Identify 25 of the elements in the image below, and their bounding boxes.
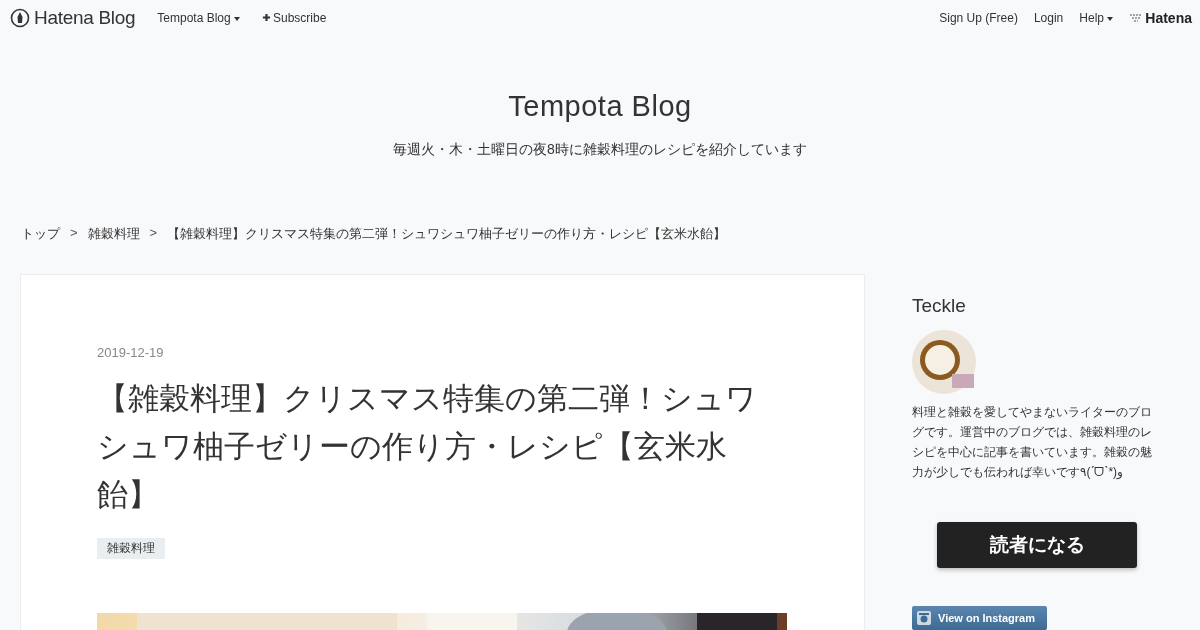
article-title[interactable]: 【雑穀料理】クリスマス特集の第二弾！シュワシュワ柚子ゼリーの作り方・レシピ【玄米水飴】 [97, 374, 787, 518]
subscribe-link[interactable]: Subscribe [262, 11, 327, 25]
blog-tagline: 毎週火・木・土曜日の夜8時に雑穀料理のレシピを紹介しています [392, 141, 808, 159]
breadcrumb-separator: > [70, 225, 78, 242]
blog-menu[interactable]: Tempota Blog [157, 11, 240, 25]
pen-nib-icon [10, 8, 30, 28]
author-name[interactable]: Teckle [912, 295, 1182, 317]
article-date: 2019-12-19 [97, 345, 165, 360]
login-link[interactable]: Login [1033, 11, 1064, 25]
breadcrumb-separator: > [149, 225, 158, 242]
instagram-button[interactable]: View on Instagram [912, 606, 1047, 630]
blog-title[interactable]: Tempota Blog [0, 90, 1200, 123]
hatena-blog-logo[interactable]: Hatena Blog [10, 7, 136, 29]
avatar[interactable] [912, 330, 976, 394]
sign-up-link[interactable]: Sign Up (Free) [939, 11, 1018, 25]
camera-icon [916, 610, 932, 626]
plus-icon [262, 13, 271, 22]
breadcrumb-link[interactable]: 雑穀料理 [87, 225, 140, 243]
hatena-logo[interactable]: Hatena [1129, 10, 1192, 26]
breadcrumb-link[interactable]: トップ [21, 225, 60, 243]
breadcrumb-link[interactable]: 【雑穀料理】クリスマス特集の第二弾！シュワシュワ柚子ゼリーの作り方・レシピ【玄米水飴】 [167, 225, 727, 243]
help-menu[interactable]: Help [1079, 11, 1114, 25]
category-tag[interactable]: 雑穀料理 [97, 538, 165, 559]
author-bio: 料理と雑穀を愛してやまないライターのブログです。運営中のブログでは、雑穀料理のレシピを中心に記事を書いています。雑穀の魅力が少しでも伝われば幸いです٩(ˊᗜˋ*)و [912, 404, 1153, 481]
subscribe-button[interactable]: 読者になる [937, 522, 1137, 568]
